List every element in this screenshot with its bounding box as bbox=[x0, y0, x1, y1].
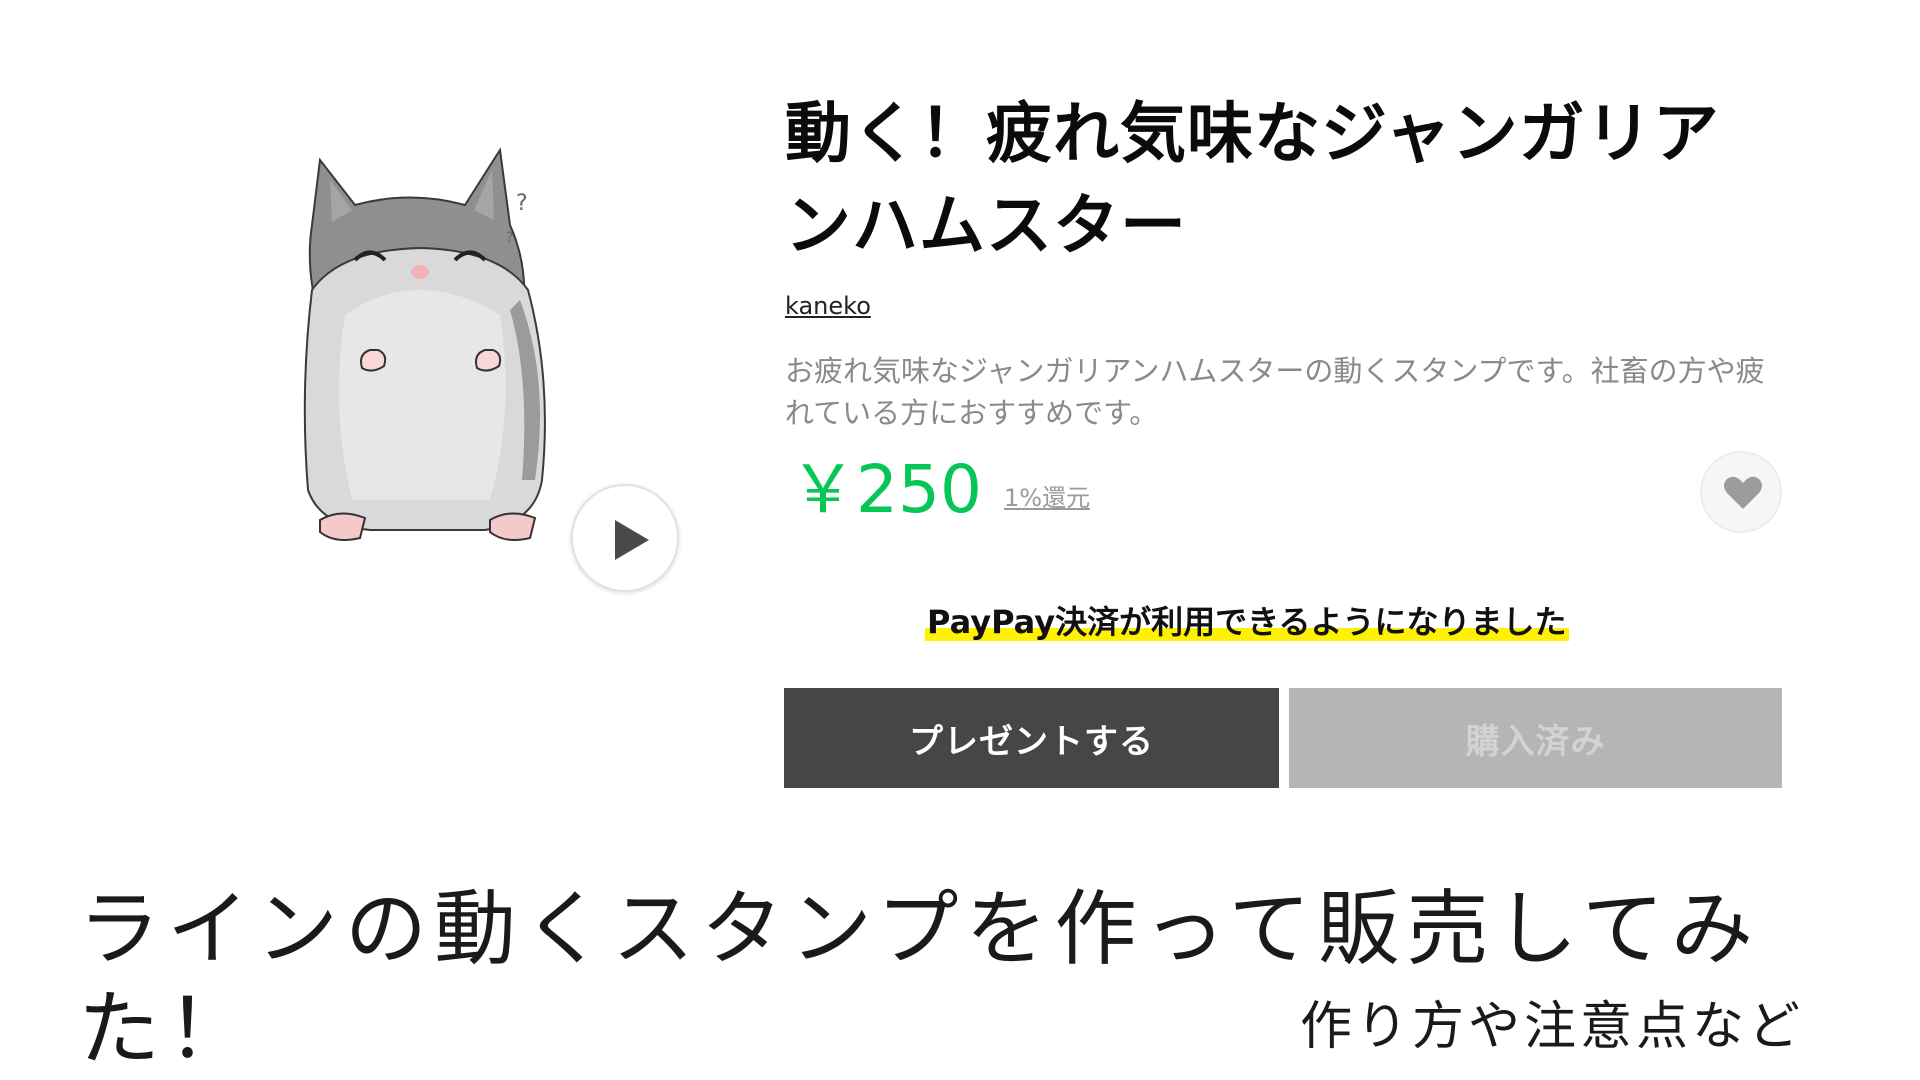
purchased-button-label: 購入済み bbox=[1465, 721, 1606, 762]
svg-text:?: ? bbox=[506, 230, 513, 246]
gift-button[interactable]: プレゼントする bbox=[784, 688, 1279, 788]
author-link[interactable]: kaneko bbox=[785, 292, 871, 320]
product-price: ￥250 bbox=[790, 451, 982, 528]
svg-text:?: ? bbox=[516, 191, 528, 216]
gift-button-label: プレゼントする bbox=[909, 721, 1154, 762]
heart-icon bbox=[1724, 476, 1762, 509]
product-description: お疲れ気味なジャンガリアンハムスターの動くスタンプです。社畜の方や疲れている方に… bbox=[785, 354, 1765, 430]
play-preview-button[interactable] bbox=[571, 484, 679, 592]
purchased-button: 購入済み bbox=[1289, 688, 1782, 788]
caption-sub: 作り方や注意点など bbox=[1300, 997, 1805, 1057]
cashback-link[interactable]: 1%還元 bbox=[1004, 478, 1090, 513]
favorite-button[interactable] bbox=[1700, 451, 1782, 533]
play-icon bbox=[615, 520, 649, 560]
paypay-notice: PayPay決済が利用できるようになりました bbox=[925, 598, 1569, 646]
hamster-sticker-image: ? ? bbox=[260, 130, 590, 560]
product-title: 動く！疲れ気味なジャンガリアンハムスター bbox=[785, 95, 1720, 264]
